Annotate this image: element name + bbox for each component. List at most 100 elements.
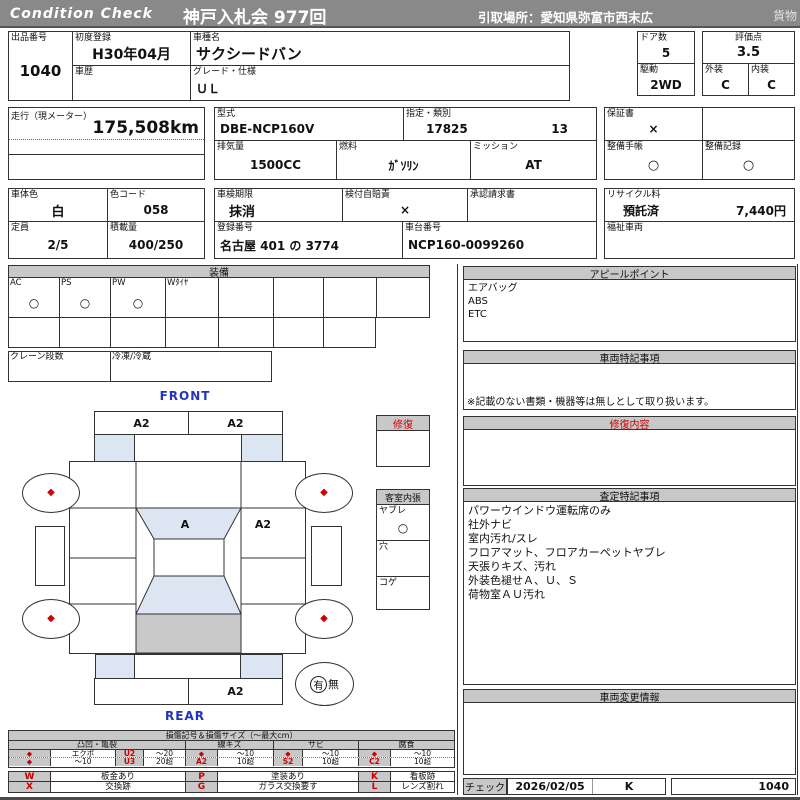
repair-mini-title: 修復 <box>393 419 413 431</box>
maintenance-book-cell: 整備手帳 ○ <box>605 141 703 179</box>
legend-cell: ～10 <box>51 758 116 766</box>
mission-cell: ミッション AT <box>471 141 596 179</box>
recycle-status: 預託済 <box>623 203 660 218</box>
chassis-number-value: NCP160-0099260 <box>408 238 525 252</box>
appeal-header: アピールポイント <box>463 266 796 281</box>
first-registration-cell: 初度登録 H30年04月 <box>73 32 191 66</box>
load-label: 積載量 <box>110 223 138 233</box>
legend-group-dent: 凸凹・亀裂 <box>9 741 186 749</box>
front-cowl <box>134 434 242 462</box>
diamond-icon: ◆ <box>359 750 391 757</box>
diamond-icon: ◆ <box>9 758 51 766</box>
equipment-cell-wtire: Wﾀｲﾔ <box>166 278 219 317</box>
code-x-desc: 交換跡 <box>51 782 186 792</box>
cargo-area <box>135 613 242 653</box>
rear-bumper-left-panel <box>95 679 189 704</box>
recycle-label: リサイクル料 <box>607 190 661 200</box>
assessment-line: 外装色褪せＡ、Ｕ、Ｓ <box>468 574 578 587</box>
repair-mini-header: 修復 <box>376 415 430 431</box>
rear-window <box>135 575 242 615</box>
color-code-value: 058 <box>143 203 169 217</box>
code-p-desc: 塗装あり <box>218 772 359 781</box>
rear-bumper: A2 <box>94 678 283 705</box>
legend-row-2: ◆ ～10 U3 20超 A2 10超 S2 10超 C2 10超 <box>9 758 454 766</box>
exhibit-number-label: 出品番号 <box>11 33 48 43</box>
designation-cell: 指定・類別 17825 13 <box>404 108 596 141</box>
wheel-front-left: ◆ <box>22 473 80 513</box>
body-color-value: 白 <box>51 204 65 220</box>
interior-label: 内装 <box>751 65 770 75</box>
check-number: 1040 <box>758 780 789 793</box>
exhibit-number-cell: 出品番号 1040 <box>9 32 73 100</box>
legend-cell: 10超 <box>413 758 432 766</box>
color-code-cell: 色コード 058 <box>108 189 204 222</box>
rear-cowl <box>134 654 241 679</box>
inspection-cell: 車検期限 抹消 <box>215 189 343 222</box>
diamond-icon: ◆ <box>9 750 51 757</box>
history-cell: 車歴 <box>73 66 191 100</box>
repair-mini-body <box>376 430 430 467</box>
capacity-label: 定員 <box>11 223 30 233</box>
diamond-icon: ◆ <box>186 750 218 757</box>
legend-group-corrosion: 腐食 <box>359 741 454 749</box>
welfare-cell: 福祉車両 <box>605 222 794 258</box>
assessment-line: フロアマット、フロアカーペットヤブレ <box>468 546 666 559</box>
fuel-cell: 燃料 ｶﾞｿﾘﾝ <box>337 141 471 179</box>
front-bumper-left-panel: A2 <box>95 412 189 434</box>
code-l-desc: レンズ割れ <box>401 782 444 792</box>
maintenance-record-cell: 整備記録 ○ <box>703 141 794 179</box>
maintenance-record-value: ○ <box>742 157 755 173</box>
front-bumper: A2 A2 <box>94 411 283 435</box>
exterior-label: 外装 <box>705 65 724 75</box>
recycle-table: リサイクル料 預託済 7,440円 福祉車両 <box>604 188 795 259</box>
windshield-mark: A <box>180 518 190 531</box>
front-fender-left <box>94 434 135 462</box>
legend-title-row: 損傷記号＆損傷サイズ（～最大cm） <box>9 731 454 741</box>
first-registration-label: 初度登録 <box>75 33 112 43</box>
assessment-header: 査定特記事項 <box>463 488 796 503</box>
appeal-line: ETC <box>468 309 487 320</box>
grade-value: ＵＬ <box>196 81 221 96</box>
model-name-value: サクシードバン <box>196 45 302 63</box>
interior-cell: 内装 C <box>749 64 794 95</box>
capacity-value: 2/5 <box>47 238 69 252</box>
wheel-front-right: ◆ <box>295 473 353 513</box>
recycle-fee: 7,440円 <box>736 203 786 218</box>
fuel-label: 燃料 <box>339 142 358 152</box>
score-label: 評価点 <box>734 33 762 43</box>
rear-label: REAR <box>165 709 205 723</box>
doors-drive-table: ドア数 5 駆動 2WD <box>637 31 695 96</box>
grade-cell: グレード・仕様 ＵＬ <box>191 66 569 100</box>
insurance-label: 検付自賠責 <box>345 190 391 200</box>
damage-diamond-icon: ◆ <box>320 613 328 624</box>
exterior-value: C <box>721 77 730 92</box>
equipment-cell-empty <box>274 278 324 317</box>
front-bumper-right-mark: A2 <box>227 416 244 430</box>
damage-legend-table: 損傷記号＆損傷サイズ（～最大cm） 凸凹・亀裂 線キズ サビ 腐食 ◆ エクボ … <box>8 730 455 768</box>
damage-diamond-icon: ◆ <box>47 613 55 624</box>
change-info-header: 車両変更情報 <box>463 689 796 704</box>
assessment-line: 室内汚れ/スレ <box>468 532 538 545</box>
check-label: チェック <box>465 783 505 794</box>
chassis-number-label: 車台番号 <box>405 223 442 233</box>
designation-value-1: 17825 <box>426 122 468 136</box>
approval-label: 承認請求書 <box>470 190 516 200</box>
top-bar: Condition Check 神戸入札会 977回 引取場所：愛知県弥富市西末… <box>0 0 800 28</box>
cabin-burn-label: コゲ <box>379 578 398 588</box>
insurance-cell: 検付自賠責 × <box>343 189 468 222</box>
codes-row-2: X 交換跡 G ガラス交換要す L レンズ割れ <box>9 782 454 792</box>
spare-no: 無 <box>328 678 339 691</box>
repair-content-header: 修復内容 <box>463 416 796 431</box>
crane-fridge-table: クレーン段数 冷凍/冷蔵 <box>8 351 272 382</box>
damage-diamond-icon: ◆ <box>47 487 55 498</box>
model-code-label: 型式 <box>217 109 236 119</box>
legend-row-1: ◆ エクボ U2 ～20 ◆ ～10 ◆ ～10 ◆ ～10 <box>9 750 454 758</box>
welfare-label: 福祉車両 <box>607 223 644 233</box>
maintenance-record-label: 整備記録 <box>705 142 742 152</box>
chassis-number-cell: 車台番号 NCP160-0099260 <box>403 222 596 258</box>
model-name-label: 車種名 <box>193 33 221 43</box>
dotted-divider <box>9 139 204 140</box>
legend-group-scratch: 線キズ <box>186 741 274 749</box>
drive-label: 駆動 <box>640 65 659 75</box>
legend-group-header-row: 凸凹・亀裂 線キズ サビ 腐食 <box>9 741 454 750</box>
